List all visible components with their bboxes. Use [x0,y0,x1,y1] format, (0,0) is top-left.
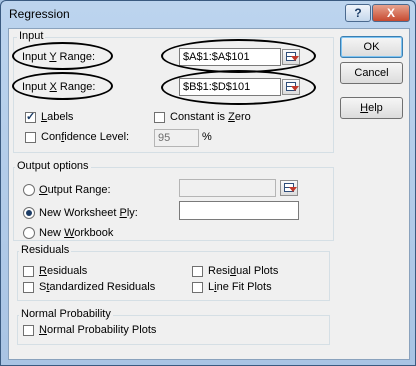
residuals-group-label: Residuals [19,244,72,256]
percent-sign: % [202,131,212,143]
cancel-button[interactable]: Cancel [340,62,403,84]
output-range-field[interactable] [179,179,276,197]
new-worksheet-ply-radio[interactable] [23,207,35,219]
residual-plots-label[interactable]: Residual Plots [208,265,278,277]
confidence-level-label[interactable]: Confidence Level: [41,131,129,143]
constant-is-zero-checkbox[interactable] [154,112,165,123]
help-button[interactable]: Help [340,97,403,119]
new-workbook-radio[interactable] [23,227,35,239]
dialog-title: Regression [9,7,70,21]
input-y-range-label: Input Y Range: [22,51,95,63]
question-mark-icon: ? [354,6,362,20]
normal-probability-plots-checkbox[interactable] [23,325,34,336]
output-options-label: Output options [15,160,91,172]
input-group-label: Input [17,30,46,42]
output-range-label[interactable]: Output Range: [39,184,111,196]
standardized-residuals-checkbox[interactable] [23,282,34,293]
confidence-level-field[interactable]: 95 [154,129,199,147]
regression-dialog: Regression ? X Input Input Y Range: $A$1… [0,0,416,366]
input-x-range-label: Input X Range: [22,81,96,93]
help-icon-button[interactable]: ? [345,4,371,22]
input-x-range-field[interactable]: $B$1:$D$101 [179,78,281,96]
close-icon: X [386,6,395,20]
residuals-checkbox[interactable] [23,266,34,277]
labels-checkbox[interactable] [25,110,36,123]
labels-label[interactable]: Labels [41,111,73,123]
arrow-down-icon [291,86,299,91]
new-workbook-label[interactable]: New Workbook [39,227,113,239]
new-worksheet-ply-label[interactable]: New Worksheet Ply: [39,207,138,219]
ok-button[interactable]: OK [340,36,403,58]
normal-probability-group-label: Normal Probability [19,308,113,320]
line-fit-plots-checkbox[interactable] [192,282,203,293]
normal-probability-plots-label[interactable]: Normal Probability Plots [39,324,156,336]
close-button[interactable]: X [372,4,410,22]
input-y-range-collapse-button[interactable] [282,49,300,65]
new-worksheet-ply-field[interactable] [179,201,299,220]
output-range-collapse-button[interactable] [280,180,298,196]
title-bar[interactable]: Regression ? X [1,1,415,29]
line-fit-plots-label[interactable]: Line Fit Plots [208,281,272,293]
input-y-range-field[interactable]: $A$1:$A$101 [179,48,281,66]
standardized-residuals-label[interactable]: Standardized Residuals [39,281,155,293]
constant-is-zero-label[interactable]: Constant is Zero [170,111,251,123]
arrow-down-icon [289,187,297,192]
confidence-level-checkbox[interactable] [25,132,36,143]
dialog-body: Input Input Y Range: $A$1:$A$101 Input X… [8,28,410,360]
residual-plots-checkbox[interactable] [192,266,203,277]
residuals-label[interactable]: Residuals [39,265,87,277]
input-x-range-collapse-button[interactable] [282,79,300,95]
output-range-radio[interactable] [23,184,35,196]
arrow-down-icon [291,56,299,61]
